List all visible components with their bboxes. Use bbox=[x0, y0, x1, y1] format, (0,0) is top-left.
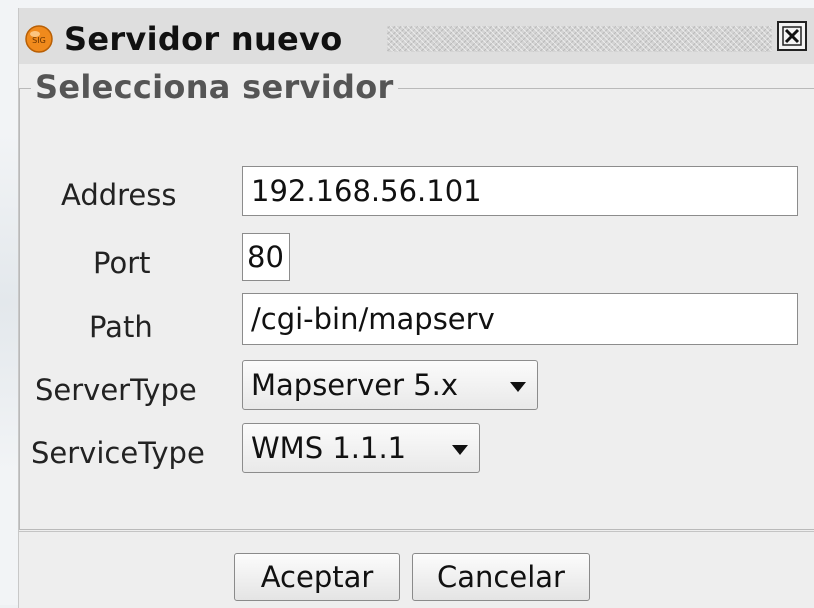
port-input[interactable] bbox=[242, 233, 290, 281]
chevron-down-icon bbox=[452, 445, 468, 455]
server-type-value: Mapserver 5.x bbox=[251, 368, 459, 402]
close-icon bbox=[782, 26, 802, 46]
footer-divider bbox=[19, 531, 814, 532]
server-type-select[interactable]: Mapserver 5.x bbox=[242, 360, 538, 410]
sig-logo-icon: SIG bbox=[24, 24, 54, 54]
title-bar[interactable]: SIG Servidor nuevo bbox=[19, 8, 814, 64]
chevron-down-icon bbox=[510, 382, 526, 392]
service-type-select[interactable]: WMS 1.1.1 bbox=[242, 423, 480, 473]
title-bar-texture bbox=[387, 26, 772, 52]
group-title: Selecciona servidor bbox=[31, 68, 398, 106]
window-title: Servidor nuevo bbox=[64, 20, 343, 58]
cancel-button[interactable]: Cancelar bbox=[412, 553, 590, 601]
server-type-label: ServerType bbox=[35, 373, 197, 407]
accept-button[interactable]: Aceptar bbox=[234, 553, 400, 601]
address-input[interactable] bbox=[242, 166, 798, 216]
service-type-value: WMS 1.1.1 bbox=[251, 431, 407, 465]
path-input[interactable] bbox=[242, 293, 798, 345]
port-label: Port bbox=[93, 246, 151, 280]
path-label: Path bbox=[89, 310, 153, 344]
service-type-label: ServiceType bbox=[31, 436, 205, 470]
new-server-dialog: SIG Servidor nuevo Selecciona servidor A… bbox=[18, 8, 814, 608]
address-label: Address bbox=[61, 178, 177, 212]
close-button[interactable] bbox=[777, 21, 807, 51]
svg-text:SIG: SIG bbox=[32, 36, 46, 45]
